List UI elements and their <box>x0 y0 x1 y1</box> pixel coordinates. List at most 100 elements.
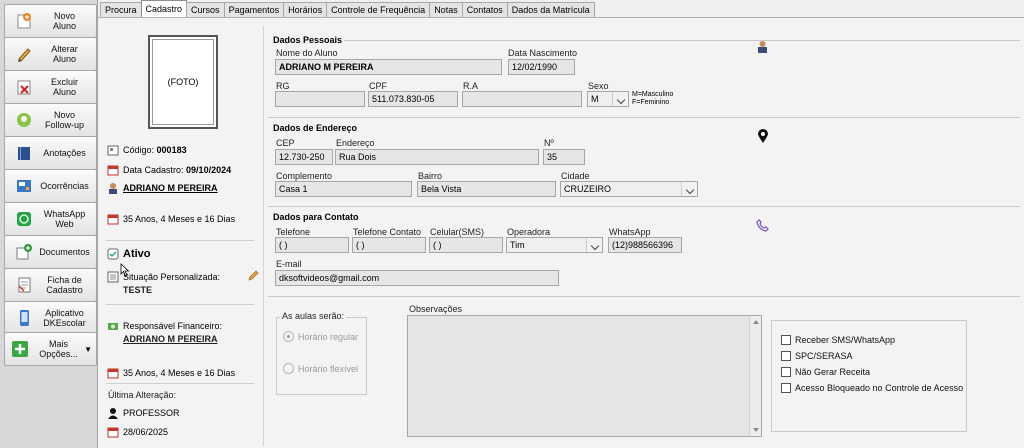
endereco-label: Endereço <box>336 138 375 148</box>
whatsapp-web-button[interactable]: WhatsApp Web <box>4 202 97 236</box>
observacoes-label: Observações <box>409 304 463 314</box>
section-divider <box>344 40 1020 41</box>
tab-contatos[interactable]: Contatos <box>461 2 508 18</box>
telefone-field[interactable]: ( ) <box>275 237 349 253</box>
anotacoes-button[interactable]: Anotações <box>4 136 97 170</box>
operadora-label: Operadora <box>507 227 551 237</box>
book-icon <box>13 143 35 163</box>
whatsapp-label: WhatsApp <box>609 227 651 237</box>
celular-field[interactable]: ( ) <box>429 237 503 253</box>
tab-dados-matricula[interactable]: Dados da Matrícula <box>506 2 595 18</box>
status-badge: Ativo <box>123 247 151 260</box>
dados-pessoais-title: Dados Pessoais <box>273 35 343 45</box>
endereco-field[interactable]: Rua Dois <box>335 149 539 165</box>
mouse-cursor-icon <box>120 263 130 279</box>
telefone-contato-field[interactable]: ( ) <box>352 237 426 253</box>
tab-pagamentos[interactable]: Pagamentos <box>223 2 285 18</box>
responsavel-row: Responsável Financeiro: <box>106 319 222 332</box>
nome-field[interactable]: ADRIANO M PEREIRA <box>275 59 502 75</box>
calendar-icon <box>106 163 119 176</box>
student-icon <box>106 181 119 194</box>
ultima-alteracao-user-row: PROFESSOR <box>106 406 180 419</box>
rg-label: RG <box>276 81 290 91</box>
ficha-cadastro-button[interactable]: Ficha de Cadastro <box>4 268 97 302</box>
mais-opcoes-button[interactable]: Mais Opções... ▼ <box>4 332 97 366</box>
calendar-icon <box>106 425 119 438</box>
aulas-groupbox <box>276 317 367 395</box>
documentos-button[interactable]: Documentos <box>4 235 97 269</box>
cpf-label: CPF <box>369 81 387 91</box>
sexo-select[interactable]: M <box>587 91 629 107</box>
student-name-link[interactable]: ADRIANO M PEREIRA <box>123 183 218 193</box>
ultima-alteracao-label: Última Alteração: <box>108 390 177 400</box>
tab-controle-frequencia[interactable]: Controle de Frequência <box>326 2 431 18</box>
section-divider <box>268 206 1020 207</box>
codigo-value: 000183 <box>156 144 187 155</box>
sexo-label: Sexo <box>588 81 609 91</box>
spc-serasa-checkbox[interactable]: SPC/SERASA <box>781 351 853 361</box>
novo-follow-up-button[interactable]: Novo Follow-up <box>4 103 97 137</box>
operadora-select[interactable]: Tim <box>506 237 603 253</box>
cep-field[interactable]: 12.730-250 <box>275 149 333 165</box>
ra-label: R.A <box>463 81 479 91</box>
email-field[interactable]: dksoftvideos@gmail.com <box>275 270 559 286</box>
divider <box>106 304 254 305</box>
observacoes-textarea[interactable] <box>407 315 762 437</box>
nascimento-field[interactable]: 12/02/1990 <box>508 59 575 75</box>
delete-student-icon <box>13 77 35 97</box>
horario-flexivel-radio[interactable]: Horário flexível <box>283 363 358 374</box>
location-pin-icon <box>757 129 769 146</box>
student-photo[interactable]: (FOTO) <box>148 35 218 129</box>
scroll-up-icon[interactable] <box>753 320 759 324</box>
scrollbar[interactable] <box>749 316 761 436</box>
acesso-bloqueado-checkbox[interactable]: Acesso Bloqueado no Controle de Acesso <box>781 383 963 393</box>
alterar-aluno-button[interactable]: Alterar Aluno <box>4 37 97 71</box>
celular-label: Celular(SMS) <box>430 227 485 237</box>
excluir-aluno-button[interactable]: Excluir Aluno <box>4 70 97 104</box>
receber-sms-checkbox[interactable]: Receber SMS/WhatsApp <box>781 335 895 345</box>
whatsapp-field[interactable]: (12)988566396 <box>608 237 682 253</box>
situacao-value: TESTE <box>123 285 153 295</box>
ocorrencias-button[interactable]: Ocorrências <box>4 169 97 203</box>
ultima-alteracao-date-row: 28/06/2025 <box>106 425 168 438</box>
dados-endereco-title: Dados de Endereço <box>273 123 358 133</box>
tab-notas[interactable]: Notas <box>429 2 463 18</box>
horario-regular-radio[interactable]: Horário regular <box>283 331 358 342</box>
id-card-icon <box>106 143 119 156</box>
nao-gerar-receita-checkbox[interactable]: Não Gerar Receita <box>781 367 870 377</box>
tab-horarios[interactable]: Horários <box>283 2 328 18</box>
ra-field[interactable] <box>462 91 582 107</box>
tab-procura[interactable]: Procura <box>100 2 142 18</box>
numero-field[interactable]: 35 <box>543 149 585 165</box>
data-cadastro-row: Data Cadastro: 09/10/2024 <box>106 163 231 176</box>
sexo-hint: M=Masculino F=Feminino <box>632 91 674 106</box>
responsavel-age-row: 35 Anos, 4 Meses e 16 Dias <box>106 366 235 379</box>
responsavel-link[interactable]: ADRIANO M PEREIRA <box>123 334 218 344</box>
cep-label: CEP <box>276 138 295 148</box>
aulas-title: As aulas serão: <box>280 311 347 321</box>
tab-bar: Procura Cadastro Cursos Pagamentos Horár… <box>100 0 595 18</box>
calendar-icon <box>106 212 119 225</box>
occurrence-icon <box>13 176 35 196</box>
edit-situacao-icon[interactable] <box>248 270 259 283</box>
aplicativo-dkescolar-button[interactable]: Aplicativo DKEscolar <box>4 301 97 335</box>
list-icon <box>106 270 119 283</box>
tab-cadastro[interactable]: Cadastro <box>140 0 188 17</box>
panel-divider <box>263 26 264 446</box>
cidade-select[interactable]: CRUZEIRO <box>560 181 698 197</box>
bairro-field[interactable]: Bela Vista <box>417 181 556 197</box>
scroll-down-icon[interactable] <box>753 428 759 432</box>
section-divider <box>268 117 1020 118</box>
novo-aluno-button[interactable]: Novo Aluno <box>4 4 97 38</box>
student-age-row: 35 Anos, 4 Meses e 16 Dias <box>106 212 235 225</box>
user-icon <box>106 406 119 419</box>
rg-field[interactable] <box>275 91 365 107</box>
tab-cursos[interactable]: Cursos <box>186 2 225 18</box>
calendar-icon <box>106 366 119 379</box>
cpf-field[interactable]: 511.073.830-05 <box>368 91 458 107</box>
follow-up-icon <box>13 110 35 130</box>
complemento-field[interactable]: Casa 1 <box>275 181 412 197</box>
status-icon <box>106 247 119 260</box>
numero-label: Nº <box>544 138 554 148</box>
new-student-icon <box>13 11 35 31</box>
